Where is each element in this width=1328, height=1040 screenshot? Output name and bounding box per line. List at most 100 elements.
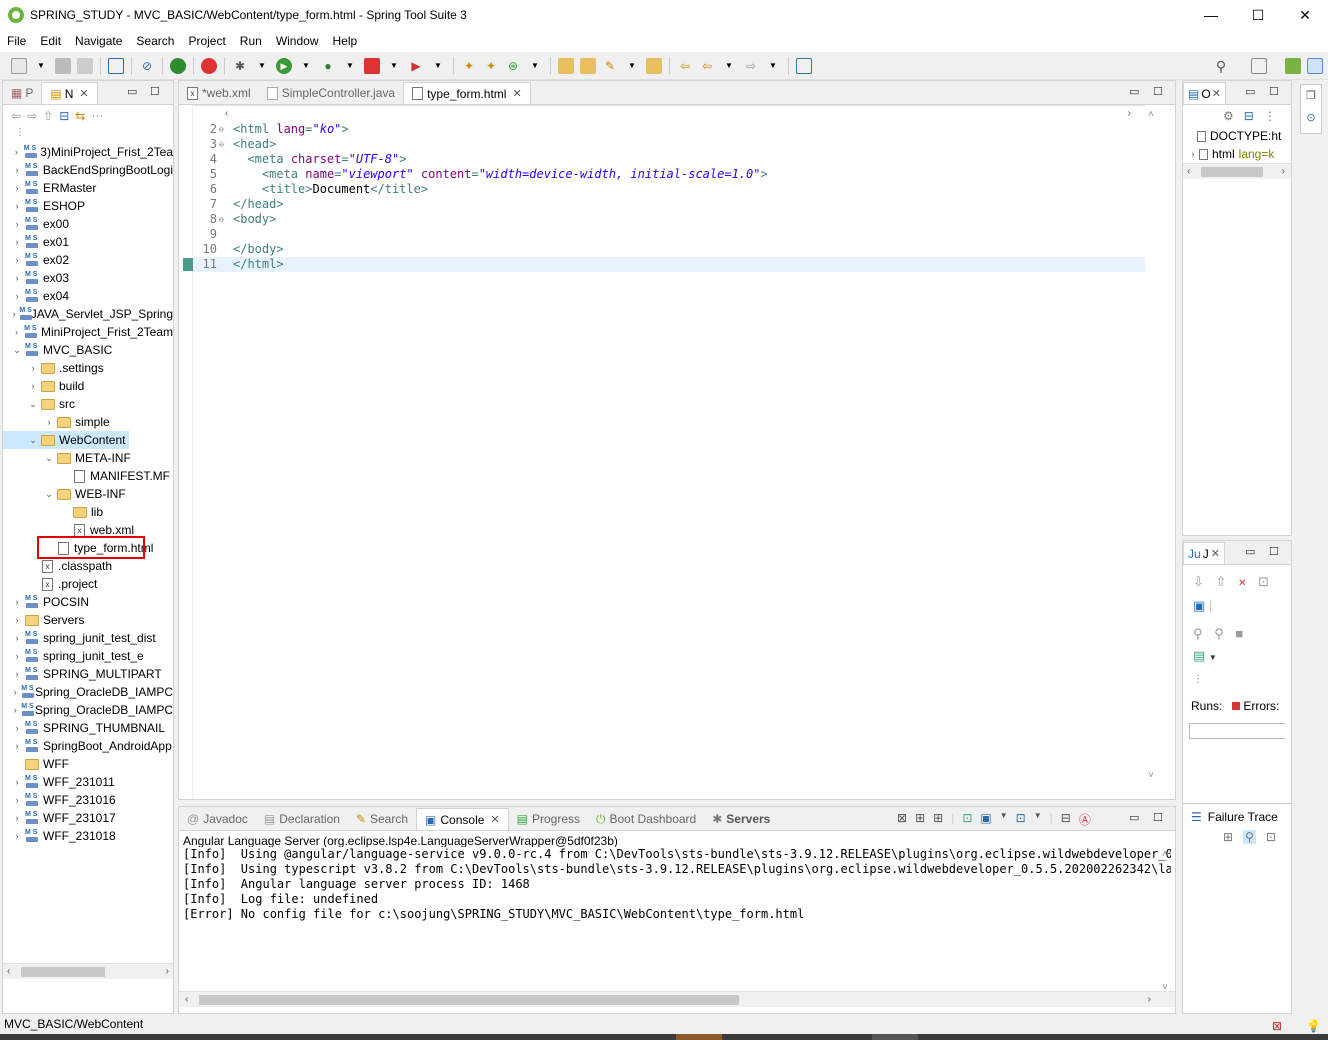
tree-item[interactable]: › simple [3,413,173,431]
forward-icon[interactable]: ⇨ [27,109,37,123]
fold-toggle-icon[interactable] [219,257,227,272]
chevron-right-icon[interactable]: › [11,237,23,247]
tree-item[interactable]: › WFF_231016 [3,791,173,809]
code-line[interactable]: 3 ⊖ <head> [193,137,1145,152]
chevron-right-icon[interactable]: › [11,777,23,787]
new-spring-icon[interactable]: ⊛ [505,58,521,74]
chevron-down-icon[interactable]: ⌄ [27,435,39,446]
chevron-right-icon[interactable]: › [11,705,19,715]
close-button[interactable]: ✕ [1282,0,1328,30]
save-all-icon[interactable] [77,57,93,74]
close-icon[interactable]: ✕ [512,87,521,100]
power-icon[interactable] [170,57,186,74]
tree-item[interactable]: › ERMaster [3,179,173,197]
chevron-right-icon[interactable]: › [11,147,22,157]
tree-item[interactable]: ⌄ WebContent [3,431,129,449]
prev-failure-icon[interactable]: ⇧ [1216,574,1227,589]
tab-declaration[interactable]: ▤ Declaration [256,808,348,830]
restore-icon[interactable]: ❐ [1301,85,1321,107]
forward-icon[interactable]: ⇨ [743,58,759,74]
angular-icon[interactable]: Ⓐ [1079,811,1091,828]
tree-item[interactable]: › ESHOP [3,197,173,215]
chevron-right-icon[interactable]: › [11,255,23,265]
lightbulb-icon[interactable]: 💡 [1306,1016,1321,1036]
failures-only-icon[interactable]: ✕ [1238,578,1246,589]
fold-toggle-icon[interactable] [219,182,227,197]
save-icon[interactable] [55,57,71,74]
chevron-right-icon[interactable]: › [1187,149,1199,159]
chevron-right-icon[interactable]: › [11,327,22,337]
collapse-all-icon[interactable]: ⊟ [59,109,69,123]
tab-junit[interactable]: Ju J ✕ [1183,542,1225,564]
open-folder-icon[interactable] [580,57,596,74]
tree-item[interactable]: › 3)MiniProject_Frist_2Tea [3,143,173,161]
tab-type-form-html[interactable]: type_form.html ✕ [403,82,531,104]
fold-toggle-icon[interactable] [219,152,227,167]
code-line[interactable]: 6 <title>Document</title> [193,182,1145,197]
new-java-package-icon[interactable]: ✦ [461,58,477,74]
chevron-right-icon[interactable]: › [27,381,39,391]
open-console-icon[interactable]: ⊡ [1016,811,1026,828]
code-line[interactable]: 2 ⊖ <html lang="ko"> [193,122,1145,137]
notification-icon[interactable]: ⊠ [1272,1016,1282,1036]
chevron-right-icon[interactable]: › [11,633,23,643]
chevron-right-icon[interactable]: › [27,363,39,373]
code-line[interactable]: 7 </head> [193,197,1145,212]
code-line[interactable]: 9 [193,227,1145,242]
chevron-right-icon[interactable]: › [11,291,23,301]
remove-all-icon[interactable]: ⊞ [933,811,943,828]
outline-item[interactable]: DOCTYPE:ht [1183,127,1291,145]
editor-vscroll[interactable]: ˄ ˅ [1145,105,1161,785]
chevron-right-icon[interactable]: › [11,615,23,625]
close-icon[interactable]: ✕ [490,813,499,826]
code-line[interactable]: 11 </html> [193,257,1145,272]
minimize-icon[interactable]: ▭ [1245,545,1255,558]
run-icon[interactable]: ▶ [276,57,292,74]
code-editor[interactable]: 1<!DOCTYPE html>2⊖<html lang="ko">3⊖<hea… [193,107,1145,777]
compare-icon[interactable]: ⊞ [1223,830,1233,844]
tab-boot-dashboard[interactable]: ⏻ Boot Dashboard [588,808,704,830]
tree-item[interactable]: › BackEndSpringBootLogi [3,161,173,179]
tab-progress[interactable]: ▤ Progress [509,808,588,830]
refresh-server-icon[interactable] [201,57,217,74]
code-line[interactable]: 8 ⊖ <body> [193,212,1145,227]
new-java-class-icon[interactable]: ✦ [483,58,499,74]
open-type-icon[interactable] [558,57,574,74]
fold-toggle-icon[interactable]: ⊖ [219,137,227,152]
new-icon[interactable] [11,57,27,74]
open-task-icon[interactable] [646,57,662,74]
tree-item[interactable]: MANIFEST.MF [3,467,173,485]
view-menu-icon[interactable]: ⋮ [1264,109,1276,123]
filter-icon[interactable]: ⚙ [1223,109,1234,123]
chevron-right-icon[interactable]: › [11,795,23,805]
tree-item[interactable]: › Spring_OracleDB_IAMPC [3,701,173,719]
chevron-right-icon[interactable]: › [11,687,19,697]
fold-toggle-icon[interactable]: ⊖ [219,212,227,227]
console-output[interactable]: [Info] Using @angular/language-service v… [179,847,1175,991]
minimize-icon[interactable]: ▭ [1245,85,1255,98]
tree-item[interactable]: x .project [3,575,173,593]
tree-item[interactable]: › ex04 [3,287,173,305]
maximize-button[interactable]: ☐ [1235,0,1281,30]
chevron-right-icon[interactable]: › [11,723,23,733]
close-icon[interactable]: ✕ [1212,87,1221,100]
tree-item[interactable]: › MiniProject_Frist_2Team [3,323,173,341]
stop-icon[interactable]: ■ [1235,626,1243,641]
up-icon[interactable]: ⇧ [43,109,53,123]
menu-navigate[interactable]: Navigate [68,34,129,48]
tree-item[interactable]: › SPRING_THUMBNAIL [3,719,173,737]
next-failure-icon[interactable]: ⇩ [1193,574,1204,589]
code-line[interactable]: 4 <meta charset="UTF-8"> [193,152,1145,167]
menu-help[interactable]: Help [326,34,365,48]
fold-toggle-icon[interactable] [219,167,227,182]
tree-item[interactable]: lib [3,503,173,521]
chevron-right-icon[interactable]: › [11,165,23,175]
maximize-icon[interactable]: ☐ [1153,811,1163,824]
tree-item[interactable]: ⌄ WEB-INF [3,485,173,503]
tab-servers[interactable]: ✱ Servers [704,808,778,830]
code-line[interactable]: 5 <meta name="viewport" content="width=d… [193,167,1145,182]
tree-item[interactable]: › spring_junit_test_e [3,647,173,665]
menu-file[interactable]: File [0,34,33,48]
code-line[interactable]: 10 </body> [193,242,1145,257]
debug-icon[interactable]: ✱ [232,58,248,74]
